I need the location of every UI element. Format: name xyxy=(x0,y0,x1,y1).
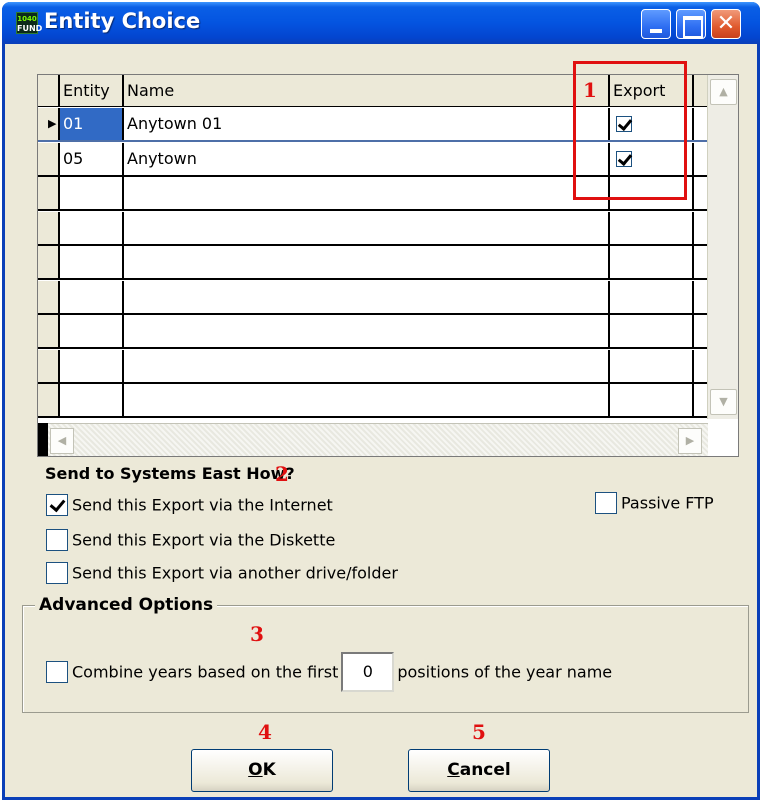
combine-years-prefix: Combine years based on the first xyxy=(72,662,339,682)
ok-label-rest: K xyxy=(262,760,276,780)
ok-button[interactable]: OK xyxy=(191,749,333,792)
name-cell[interactable] xyxy=(124,315,610,347)
entity-cell[interactable] xyxy=(60,384,124,416)
export-cell[interactable] xyxy=(610,246,694,278)
empty-table-row[interactable] xyxy=(38,246,708,280)
close-button[interactable]: ✕ xyxy=(711,9,741,39)
empty-table-row[interactable] xyxy=(38,384,708,418)
name-cell[interactable] xyxy=(124,211,610,244)
export-cell[interactable] xyxy=(610,315,694,347)
send-internet-label: Send this Export via the Internet xyxy=(72,495,333,515)
entity-cell[interactable] xyxy=(60,246,124,278)
entity-cell[interactable] xyxy=(60,315,124,347)
passive-ftp-option[interactable]: Passive FTP xyxy=(595,492,714,514)
send-heading: Send to Systems East How? xyxy=(45,464,295,483)
entity-cell[interactable] xyxy=(60,211,124,244)
scroll-up-icon[interactable]: ▲ xyxy=(710,79,737,105)
combine-positions-input[interactable]: 0 xyxy=(341,652,395,692)
scroll-down-icon[interactable]: ▼ xyxy=(710,389,737,415)
cancel-accel: C xyxy=(447,760,460,780)
combine-years-option[interactable]: Combine years based on the first 0 positio… xyxy=(46,652,612,692)
entity-cell[interactable]: 01 xyxy=(60,108,124,140)
scroll-right-icon[interactable]: ▶ xyxy=(678,428,702,454)
row-indicator: ▶ xyxy=(38,108,60,140)
app-icon: 1040 FUND xyxy=(16,12,43,34)
entity-cell[interactable]: 05 xyxy=(60,142,124,175)
send-diskette-option[interactable]: Send this Export via the Diskette xyxy=(46,529,335,551)
annotation-marker-1: 1 xyxy=(583,78,597,102)
export-cell[interactable] xyxy=(610,349,694,382)
annotation-marker-4: 4 xyxy=(258,720,272,744)
advanced-options-legend: Advanced Options xyxy=(35,593,218,617)
name-cell[interactable]: Anytown xyxy=(124,142,610,175)
app-icon-top-text: 1040 xyxy=(17,15,37,23)
send-drive-checkbox[interactable] xyxy=(46,562,68,584)
ok-accel: O xyxy=(248,760,263,780)
name-cell[interactable] xyxy=(124,177,610,209)
close-icon: ✕ xyxy=(716,11,736,36)
cancel-label-rest: ancel xyxy=(459,760,511,780)
combine-years-suffix: positions of the year name xyxy=(397,662,613,682)
name-cell[interactable] xyxy=(124,349,610,382)
name-cell[interactable] xyxy=(124,384,610,416)
send-internet-option[interactable]: Send this Export via the Internet xyxy=(46,494,333,516)
entity-cell[interactable] xyxy=(60,280,124,313)
row-indicator xyxy=(38,177,60,209)
scrollbar-corner xyxy=(708,423,738,456)
combine-years-checkbox[interactable] xyxy=(46,661,68,683)
send-internet-checkbox[interactable] xyxy=(46,494,68,516)
empty-table-row[interactable] xyxy=(38,211,708,246)
row-indicator xyxy=(38,384,60,416)
header-indicator-cell xyxy=(38,75,60,106)
name-cell[interactable] xyxy=(124,280,610,313)
name-cell[interactable] xyxy=(124,246,610,278)
window-title: Entity Choice xyxy=(44,9,201,33)
header-entity[interactable]: Entity xyxy=(60,75,124,106)
annotation-marker-2: 2 xyxy=(275,462,289,486)
row-indicator xyxy=(38,280,60,313)
cancel-button[interactable]: Cancel xyxy=(408,749,550,792)
name-cell[interactable]: Anytown 01 xyxy=(124,108,610,140)
annotation-marker-3: 3 xyxy=(250,622,264,646)
passive-ftp-checkbox[interactable] xyxy=(595,492,617,514)
empty-table-row[interactable] xyxy=(38,280,708,315)
send-drive-option[interactable]: Send this Export via another drive/folde… xyxy=(46,562,398,584)
empty-table-row[interactable] xyxy=(38,315,708,349)
header-name[interactable]: Name xyxy=(124,75,610,106)
horizontal-scrollbar[interactable]: ◀ ▶ xyxy=(38,423,708,456)
row-indicator xyxy=(38,142,60,175)
title-bar[interactable]: 1040 FUND Entity Choice ✕ xyxy=(2,2,760,44)
scroll-left-icon[interactable]: ◀ xyxy=(50,428,74,454)
minimize-button[interactable] xyxy=(641,9,671,39)
grid-footer-strip xyxy=(38,423,48,456)
entity-cell[interactable] xyxy=(60,349,124,382)
annotation-marker-5: 5 xyxy=(472,720,486,744)
passive-ftp-label: Passive FTP xyxy=(621,493,714,513)
send-drive-label: Send this Export via another drive/folde… xyxy=(72,563,398,583)
row-indicator xyxy=(38,349,60,382)
export-cell[interactable] xyxy=(610,384,694,416)
send-diskette-checkbox[interactable] xyxy=(46,529,68,551)
empty-table-row[interactable] xyxy=(38,349,708,384)
export-cell[interactable] xyxy=(610,280,694,313)
vertical-scrollbar[interactable]: ▲ ▼ xyxy=(707,75,738,419)
row-indicator xyxy=(38,246,60,278)
row-indicator xyxy=(38,211,60,244)
row-indicator xyxy=(38,315,60,347)
maximize-button[interactable] xyxy=(676,9,706,39)
entity-cell[interactable] xyxy=(60,177,124,209)
app-icon-bottom-text: FUND xyxy=(17,24,43,33)
send-diskette-label: Send this Export via the Diskette xyxy=(72,530,336,550)
export-cell[interactable] xyxy=(610,211,694,244)
